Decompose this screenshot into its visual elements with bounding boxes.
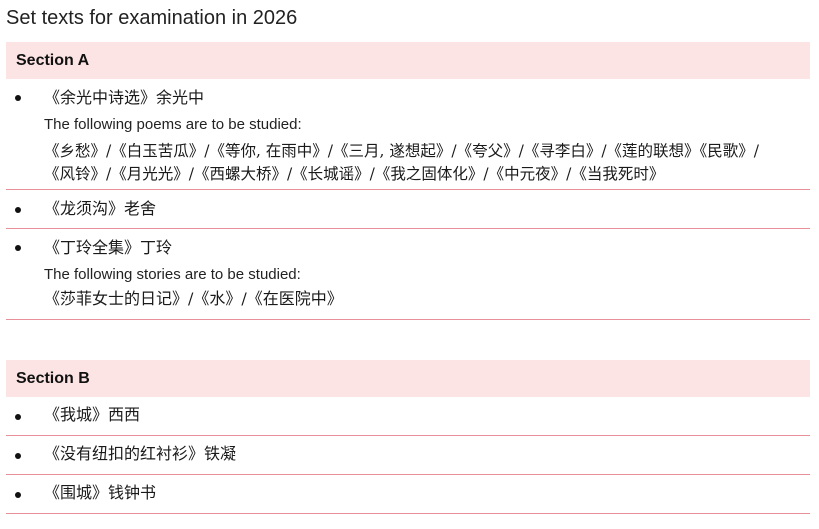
work-detail: 《风铃》/《月光光》/《西螺大桥》/《长城谣》/《我之固体化》/《中元夜》/《当…	[44, 165, 665, 183]
list-item: 《围城》钱钟书	[6, 475, 810, 514]
work-title: 《没有纽扣的红衬衫》铁凝	[44, 444, 237, 463]
bullet-icon	[15, 414, 21, 420]
work-title: 《围城》钱钟书	[44, 483, 157, 502]
bullet-icon	[15, 207, 21, 213]
list-item: 《我城》西西	[6, 397, 810, 436]
work-title: 《余光中诗选》余光中	[44, 88, 205, 107]
item-note: The following stories are to be studied:	[44, 266, 301, 283]
bullet-icon	[15, 453, 21, 459]
work-title: 《我城》西西	[44, 405, 141, 424]
section-a: Section A 《余光中诗选》余光中 The following poems…	[6, 42, 810, 320]
bullet-icon	[15, 492, 21, 498]
bullet-icon	[15, 95, 21, 101]
item-note: The following poems are to be studied:	[44, 116, 302, 133]
section-b-header: Section B	[6, 360, 810, 397]
section-a-header: Section A	[6, 42, 810, 79]
work-detail: 《乡愁》/《白玉苦瓜》/《等你, 在雨中》/《三月, 遂想起》/《夸父》/《寻李…	[44, 142, 760, 160]
list-item: 《余光中诗选》余光中 The following poems are to be…	[6, 79, 810, 190]
work-detail: 《莎菲女士的日记》/《水》/《在医院中》	[44, 289, 343, 308]
page-title: Set texts for examination in 2026	[6, 7, 298, 29]
work-title: 《丁玲全集》丁玲	[44, 238, 173, 257]
section-b: Section B 《我城》西西 《没有纽扣的红衬衫》铁凝 《围城》钱钟书	[6, 360, 810, 514]
bullet-icon	[15, 245, 21, 251]
work-title: 《龙须沟》老舍	[44, 199, 157, 218]
list-item: 《龙须沟》老舍	[6, 190, 810, 229]
list-item: 《丁玲全集》丁玲 The following stories are to be…	[6, 229, 810, 320]
list-item: 《没有纽扣的红衬衫》铁凝	[6, 436, 810, 475]
